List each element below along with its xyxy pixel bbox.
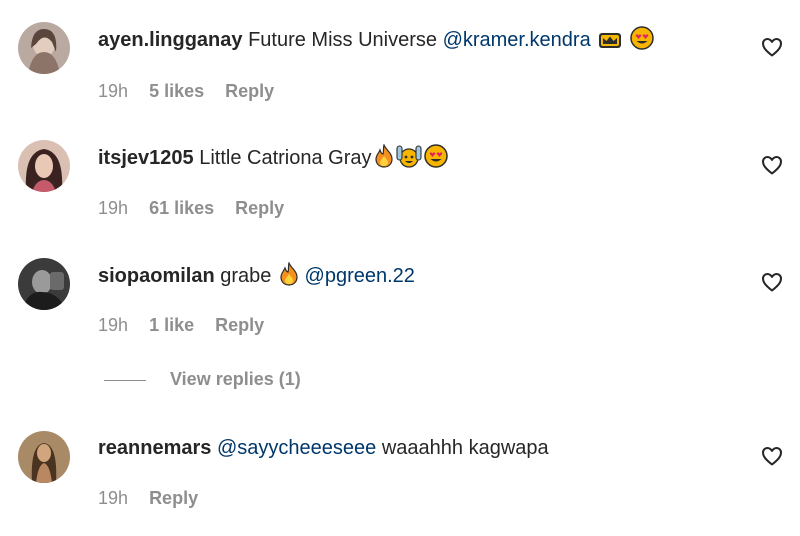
avatar[interactable]: [18, 140, 70, 192]
comment-mention[interactable]: @sayycheeeseee: [217, 437, 376, 459]
reply-button[interactable]: Reply: [215, 315, 264, 335]
comment-text: grabe: [220, 265, 272, 287]
comment-meta: 19h 61 likes Reply: [98, 197, 300, 219]
avatar[interactable]: [18, 258, 70, 310]
crown-icon: [598, 30, 622, 57]
comment-username[interactable]: reannemars: [98, 437, 211, 459]
comment-username[interactable]: ayen.lingganay: [98, 29, 243, 51]
like-heart-icon[interactable]: [760, 270, 784, 294]
comment-body: reannemars @sayycheeeseee waaahhh kagwap…: [98, 435, 549, 461]
fire-icon: [374, 143, 394, 175]
heart-eyes-icon: [630, 26, 654, 57]
avatar[interactable]: [18, 22, 70, 74]
comment-text: Little Catriona Gray: [199, 147, 372, 169]
comment-body: siopaomilan grabe @pgreen.22: [98, 261, 415, 293]
reply-button[interactable]: Reply: [225, 81, 274, 101]
comment-text: waaahhh kagwapa: [381, 437, 549, 459]
comment-meta: 19h 5 likes Reply: [98, 80, 290, 102]
comment-likes[interactable]: 1 like: [149, 315, 194, 335]
comment-time[interactable]: 19h: [98, 488, 128, 508]
comment-meta: 19h Reply: [98, 487, 214, 509]
like-heart-icon[interactable]: [760, 35, 784, 59]
comment-time[interactable]: 19h: [98, 315, 128, 335]
comment-meta: 19h 1 like Reply: [98, 314, 280, 336]
comment-time[interactable]: 19h: [98, 198, 128, 218]
like-heart-icon[interactable]: [760, 153, 784, 177]
comment-time[interactable]: 19h: [98, 81, 128, 101]
reply-button[interactable]: Reply: [235, 198, 284, 218]
comment-text: Future Miss Universe: [248, 29, 437, 51]
comment-body: itsjev1205 Little Catriona Gray: [98, 143, 448, 175]
comment-mention[interactable]: @pgreen.22: [305, 265, 415, 287]
reply-button[interactable]: Reply: [149, 488, 198, 508]
comment-mention[interactable]: @kramer.kendra: [443, 29, 591, 51]
comment-body: ayen.lingganay Future Miss Universe @kra…: [98, 26, 654, 57]
replies-divider: [104, 380, 146, 381]
like-heart-icon[interactable]: [760, 444, 784, 468]
heart-eyes-icon: [423, 144, 448, 175]
comment-likes[interactable]: 61 likes: [149, 198, 214, 218]
comment-username[interactable]: itsjev1205: [98, 147, 194, 169]
raising-hands-icon: [395, 144, 422, 175]
comment-username[interactable]: siopaomilan: [98, 265, 215, 287]
avatar[interactable]: [18, 431, 70, 483]
comment-likes[interactable]: 5 likes: [149, 81, 204, 101]
view-replies-label[interactable]: View replies (1): [170, 369, 301, 390]
fire-icon: [279, 261, 299, 293]
